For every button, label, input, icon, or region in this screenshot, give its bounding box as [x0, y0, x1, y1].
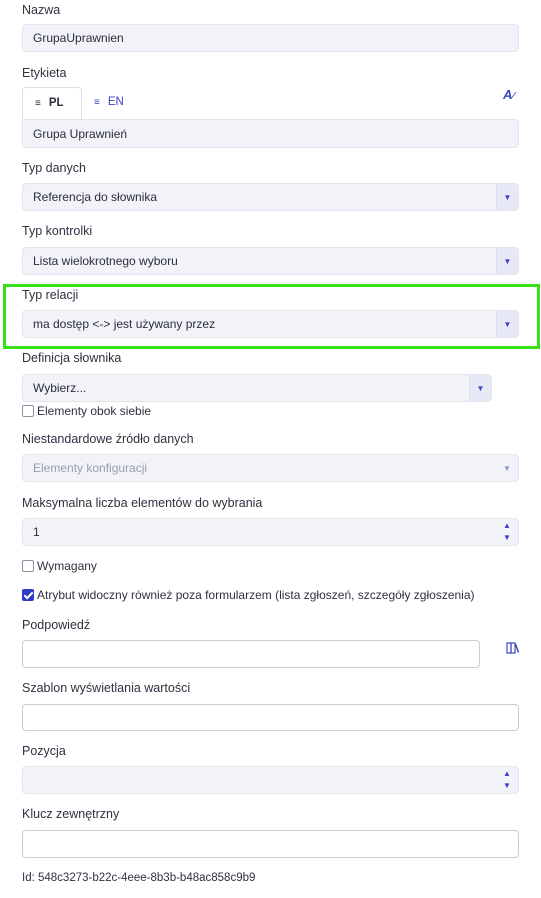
stepper-up-icon[interactable]: ▲ — [503, 768, 511, 780]
max-liczba-value: 1 — [33, 525, 40, 539]
stepper-down-icon[interactable]: ▼ — [503, 532, 511, 544]
szablon-input[interactable] — [22, 704, 519, 731]
typ-danych-label: Typ danych — [22, 161, 86, 175]
elementy-obok-checkbox[interactable] — [22, 405, 34, 417]
chevron-down-icon[interactable]: ▼ — [469, 375, 491, 401]
widoczny-checkbox[interactable] — [22, 589, 34, 601]
tab-en-label: EN — [107, 96, 124, 108]
chevron-down-icon[interactable]: ▼ — [496, 248, 518, 274]
typ-danych-value: Referencja do słownika — [33, 190, 158, 204]
nazwa-value: GrupaUprawnien — [33, 31, 124, 45]
pozycja-input[interactable]: ▲ ▼ — [22, 766, 519, 794]
typ-danych-select[interactable]: Referencja do słownika ▼ — [22, 183, 519, 211]
typ-relacji-select[interactable]: ma dostęp <-> jest używany przez ▼ — [22, 310, 519, 338]
book-icon[interactable] — [506, 641, 520, 655]
tab-pl[interactable]: ≡ PL — [22, 87, 82, 119]
chevron-down-icon[interactable]: ▼ — [496, 455, 518, 481]
max-liczba-input[interactable]: 1 ▲ ▼ — [22, 518, 519, 546]
etykieta-input[interactable]: Grupa Uprawnień — [22, 119, 519, 148]
typ-relacji-label: Typ relacji — [22, 288, 79, 302]
klucz-input[interactable] — [22, 830, 519, 858]
id-text: Id: 548c3273-b22c-4eee-8b3b-b48ac858c9b9 — [22, 872, 256, 884]
klucz-label: Klucz zewnętrzny — [22, 807, 120, 821]
typ-kontrolki-value: Lista wielokrotnego wyboru — [33, 254, 178, 268]
zrodlo-danych-value: Elementy konfiguracji — [33, 461, 148, 475]
definicja-slownika-value: Wybierz... — [33, 381, 87, 395]
number-stepper[interactable]: ▲ ▼ — [496, 519, 518, 545]
stepper-down-icon[interactable]: ▼ — [503, 780, 511, 792]
stepper-up-icon[interactable]: ▲ — [503, 520, 511, 532]
number-stepper[interactable]: ▲ ▼ — [496, 767, 518, 793]
zrodlo-danych-label: Niestandardowe źródło danych — [22, 432, 194, 446]
pozycja-label: Pozycja — [22, 744, 66, 758]
elementy-obok-label: Elementy obok siebie — [37, 404, 152, 418]
typ-kontrolki-select[interactable]: Lista wielokrotnego wyboru ▼ — [22, 247, 519, 275]
tab-pl-label: PL — [48, 97, 64, 109]
translate-icon[interactable]: A⁄ — [503, 87, 521, 105]
nazwa-label: Nazwa — [22, 3, 61, 17]
podpowiedz-input[interactable] — [22, 640, 480, 668]
chevron-down-icon[interactable]: ▼ — [496, 311, 518, 337]
lines-icon: ≡ — [94, 96, 100, 108]
typ-relacji-value: ma dostęp <-> jest używany przez — [33, 317, 216, 331]
chevron-down-icon[interactable]: ▼ — [496, 184, 518, 210]
lines-icon: ≡ — [35, 97, 41, 109]
wymagany-checkbox[interactable] — [22, 560, 34, 572]
zrodlo-danych-select[interactable]: Elementy konfiguracji ▼ — [22, 454, 519, 482]
typ-kontrolki-label: Typ kontrolki — [22, 224, 93, 238]
widoczny-label: Atrybut widoczny również poza formularze… — [37, 588, 475, 602]
nazwa-input[interactable]: GrupaUprawnien — [22, 24, 519, 52]
podpowiedz-label: Podpowiedź — [22, 618, 91, 632]
wymagany-label: Wymagany — [37, 559, 97, 573]
tab-en[interactable]: ≡ EN — [82, 87, 138, 119]
max-liczba-label: Maksymalna liczba elementów do wybrania — [22, 496, 263, 510]
etykieta-value: Grupa Uprawnień — [33, 126, 128, 141]
definicja-slownika-select[interactable]: Wybierz... ▼ — [22, 374, 492, 402]
szablon-label: Szablon wyświetlania wartości — [22, 681, 191, 695]
etykieta-label: Etykieta — [22, 66, 67, 80]
definicja-slownika-label: Definicja słownika — [22, 351, 122, 365]
